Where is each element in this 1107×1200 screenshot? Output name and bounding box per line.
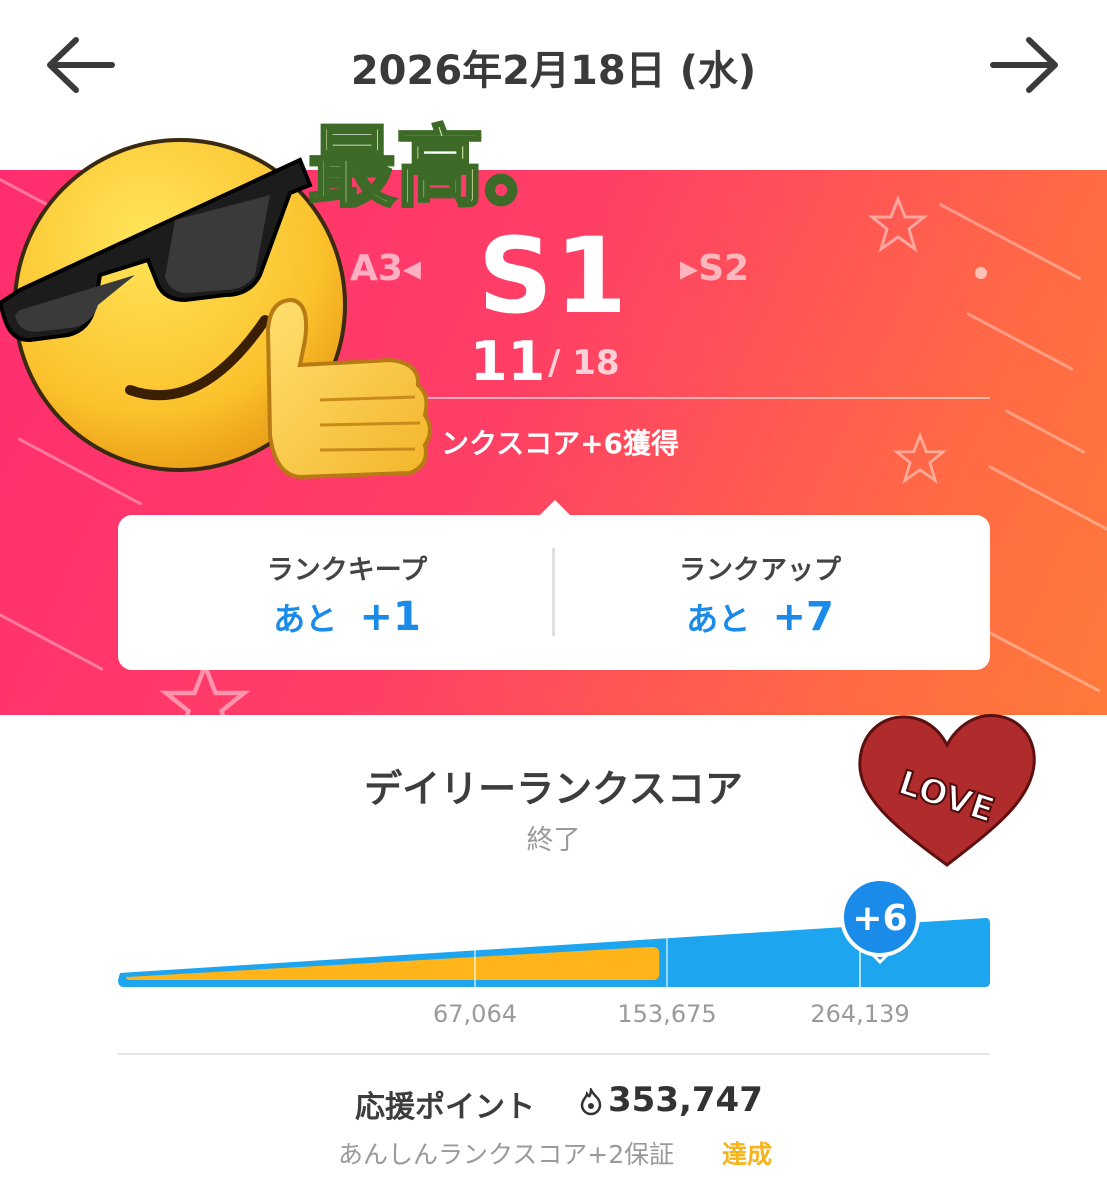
svg-text:最高。: 最高。 xyxy=(308,116,570,219)
tick-label: 153,675 xyxy=(617,1000,717,1028)
section-divider xyxy=(118,1053,990,1055)
rank-position: 11 xyxy=(470,330,546,393)
card-divider xyxy=(552,548,555,636)
rank-keep-label: ランクキープ xyxy=(266,555,428,586)
love-heart-sticker: LOVE xyxy=(858,714,1036,867)
rank-up-label: ランクアップ xyxy=(679,555,841,586)
flame-points-icon xyxy=(580,1088,602,1116)
sparkle-dot xyxy=(975,267,987,279)
tick-label: 264,139 xyxy=(810,1000,910,1028)
support-points-label: 応援ポイント xyxy=(355,1090,535,1125)
rank-total: / 18 xyxy=(548,343,620,383)
achieved-label: 達成 xyxy=(722,1140,773,1169)
saiko-text-sticker: 最高。 xyxy=(307,115,571,221)
star-decoration-icon xyxy=(868,195,928,253)
arrow-right-icon xyxy=(990,37,1058,93)
date-title: 2026年2月18日 (水) xyxy=(350,48,757,94)
tick-label: 67,064 xyxy=(433,1000,517,1028)
daily-score-bar: +6 xyxy=(118,877,990,987)
previous-day-button[interactable] xyxy=(40,30,120,100)
score-gain-text: +6 xyxy=(852,898,907,939)
support-points-value: 353,747 xyxy=(608,1080,763,1120)
guarantee-text: あんしんランクスコア+2保証 xyxy=(338,1140,675,1169)
arrow-left-icon xyxy=(47,37,115,93)
rank-keep-value: あと +1 xyxy=(273,594,421,640)
rank-up-value: あと +7 xyxy=(686,594,834,640)
current-rank: S1 xyxy=(477,215,630,337)
next-rank-label: ▸S2 xyxy=(680,248,750,289)
next-day-button[interactable] xyxy=(985,30,1065,100)
score-bar-fill xyxy=(126,946,660,980)
